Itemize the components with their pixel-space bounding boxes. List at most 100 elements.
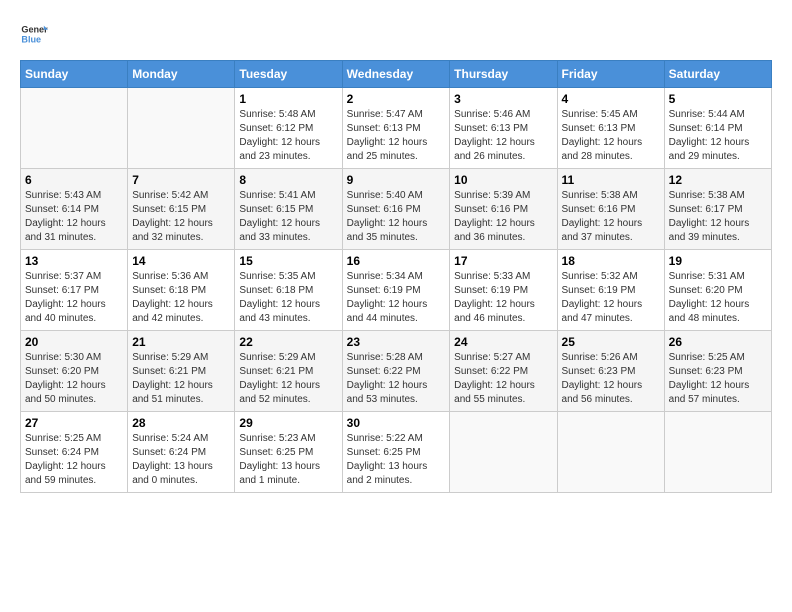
day-number: 2 [347, 92, 446, 106]
calendar-cell: 2 Sunrise: 5:47 AM Sunset: 6:13 PM Daylig… [342, 88, 450, 169]
day-info: Sunrise: 5:44 AM Sunset: 6:14 PM Dayligh… [669, 108, 767, 164]
day-info: Sunrise: 5:24 AM Sunset: 6:24 PM Dayligh… [132, 432, 230, 488]
day-number: 12 [669, 173, 767, 187]
day-number: 27 [25, 416, 123, 430]
calendar-cell [450, 412, 557, 493]
day-number: 3 [454, 92, 552, 106]
day-number: 11 [562, 173, 660, 187]
calendar-cell: 5 Sunrise: 5:44 AM Sunset: 6:14 PM Daylig… [664, 88, 771, 169]
day-number: 15 [239, 254, 337, 268]
calendar-week-4: 20Sunrise: 5:30 AM Sunset: 6:20 PM Dayli… [21, 331, 772, 412]
day-info: Sunrise: 5:38 AM Sunset: 6:16 PM Dayligh… [562, 189, 660, 245]
weekday-header-friday: Friday [557, 61, 664, 88]
calendar-cell: 24 Sunrise: 5:27 AM Sunset: 6:22 PM Dayli… [450, 331, 557, 412]
calendar-cell: 27 Sunrise: 5:25 AM Sunset: 6:24 PM Dayli… [21, 412, 128, 493]
calendar-week-3: 13 Sunrise: 5:37 AM Sunset: 6:17 PM Dayli… [21, 250, 772, 331]
calendar-week-5: 27 Sunrise: 5:25 AM Sunset: 6:24 PM Dayli… [21, 412, 772, 493]
day-number: 25 [562, 335, 660, 349]
day-info: Sunrise: 5:40 AM Sunset: 6:16 PM Dayligh… [347, 189, 446, 245]
calendar-cell: 9 Sunrise: 5:40 AM Sunset: 6:16 PM Daylig… [342, 169, 450, 250]
day-number: 6 [25, 173, 123, 187]
day-number: 9 [347, 173, 446, 187]
calendar-cell: 23 Sunrise: 5:28 AM Sunset: 6:22 PM Dayli… [342, 331, 450, 412]
day-info: Sunrise: 5:28 AM Sunset: 6:22 PM Dayligh… [347, 351, 446, 407]
day-info: Sunrise: 5:29 AM Sunset: 6:21 PM Dayligh… [239, 351, 337, 407]
day-number: 8 [239, 173, 337, 187]
day-number: 29 [239, 416, 337, 430]
day-number: 10 [454, 173, 552, 187]
day-number: 13 [25, 254, 123, 268]
calendar-cell: 7Sunrise: 5:42 AM Sunset: 6:15 PM Daylig… [128, 169, 235, 250]
calendar-cell: 15 Sunrise: 5:35 AM Sunset: 6:18 PM Dayli… [235, 250, 342, 331]
day-number: 18 [562, 254, 660, 268]
day-info: Sunrise: 5:45 AM Sunset: 6:13 PM Dayligh… [562, 108, 660, 164]
day-number: 7 [132, 173, 230, 187]
day-number: 14 [132, 254, 230, 268]
day-info: Sunrise: 5:46 AM Sunset: 6:13 PM Dayligh… [454, 108, 552, 164]
day-info: Sunrise: 5:23 AM Sunset: 6:25 PM Dayligh… [239, 432, 337, 488]
calendar-cell: 4 Sunrise: 5:45 AM Sunset: 6:13 PM Daylig… [557, 88, 664, 169]
day-number: 22 [239, 335, 337, 349]
logo-icon: General Blue [20, 20, 48, 48]
day-info: Sunrise: 5:25 AM Sunset: 6:24 PM Dayligh… [25, 432, 123, 488]
day-number: 20 [25, 335, 123, 349]
calendar-cell: 25 Sunrise: 5:26 AM Sunset: 6:23 PM Dayli… [557, 331, 664, 412]
calendar-cell: 19 Sunrise: 5:31 AM Sunset: 6:20 PM Dayli… [664, 250, 771, 331]
calendar-week-1: 1Sunrise: 5:48 AM Sunset: 6:12 PM Daylig… [21, 88, 772, 169]
weekday-header-tuesday: Tuesday [235, 61, 342, 88]
weekday-header-saturday: Saturday [664, 61, 771, 88]
day-number: 28 [132, 416, 230, 430]
calendar-cell: 14 Sunrise: 5:36 AM Sunset: 6:18 PM Dayli… [128, 250, 235, 331]
calendar-cell: 20Sunrise: 5:30 AM Sunset: 6:20 PM Dayli… [21, 331, 128, 412]
day-info: Sunrise: 5:27 AM Sunset: 6:22 PM Dayligh… [454, 351, 552, 407]
day-number: 16 [347, 254, 446, 268]
calendar-cell: 18 Sunrise: 5:32 AM Sunset: 6:19 PM Dayli… [557, 250, 664, 331]
day-number: 23 [347, 335, 446, 349]
day-info: Sunrise: 5:25 AM Sunset: 6:23 PM Dayligh… [669, 351, 767, 407]
calendar-cell: 26 Sunrise: 5:25 AM Sunset: 6:23 PM Dayli… [664, 331, 771, 412]
calendar-week-2: 6 Sunrise: 5:43 AM Sunset: 6:14 PM Daylig… [21, 169, 772, 250]
calendar-cell: 3 Sunrise: 5:46 AM Sunset: 6:13 PM Daylig… [450, 88, 557, 169]
calendar-cell [128, 88, 235, 169]
calendar-cell: 13 Sunrise: 5:37 AM Sunset: 6:17 PM Dayli… [21, 250, 128, 331]
day-number: 24 [454, 335, 552, 349]
day-number: 5 [669, 92, 767, 106]
weekday-header-thursday: Thursday [450, 61, 557, 88]
calendar-cell: 28 Sunrise: 5:24 AM Sunset: 6:24 PM Dayli… [128, 412, 235, 493]
day-info: Sunrise: 5:41 AM Sunset: 6:15 PM Dayligh… [239, 189, 337, 245]
calendar-cell: 16 Sunrise: 5:34 AM Sunset: 6:19 PM Dayli… [342, 250, 450, 331]
day-info: Sunrise: 5:31 AM Sunset: 6:20 PM Dayligh… [669, 270, 767, 326]
calendar-cell: 10Sunrise: 5:39 AM Sunset: 6:16 PM Dayli… [450, 169, 557, 250]
logo: General Blue [20, 20, 48, 48]
calendar-cell: 17 Sunrise: 5:33 AM Sunset: 6:19 PM Dayli… [450, 250, 557, 331]
weekday-header-sunday: Sunday [21, 61, 128, 88]
calendar-cell: 30 Sunrise: 5:22 AM Sunset: 6:25 PM Dayli… [342, 412, 450, 493]
day-info: Sunrise: 5:43 AM Sunset: 6:14 PM Dayligh… [25, 189, 123, 245]
calendar-cell: 22 Sunrise: 5:29 AM Sunset: 6:21 PM Dayli… [235, 331, 342, 412]
day-info: Sunrise: 5:35 AM Sunset: 6:18 PM Dayligh… [239, 270, 337, 326]
day-number: 21 [132, 335, 230, 349]
day-info: Sunrise: 5:37 AM Sunset: 6:17 PM Dayligh… [25, 270, 123, 326]
svg-text:Blue: Blue [21, 34, 41, 44]
day-info: Sunrise: 5:47 AM Sunset: 6:13 PM Dayligh… [347, 108, 446, 164]
day-number: 30 [347, 416, 446, 430]
calendar-cell: 29 Sunrise: 5:23 AM Sunset: 6:25 PM Dayli… [235, 412, 342, 493]
day-info: Sunrise: 5:22 AM Sunset: 6:25 PM Dayligh… [347, 432, 446, 488]
calendar-cell [21, 88, 128, 169]
day-info: Sunrise: 5:33 AM Sunset: 6:19 PM Dayligh… [454, 270, 552, 326]
day-info: Sunrise: 5:26 AM Sunset: 6:23 PM Dayligh… [562, 351, 660, 407]
calendar-cell: 1Sunrise: 5:48 AM Sunset: 6:12 PM Daylig… [235, 88, 342, 169]
day-info: Sunrise: 5:34 AM Sunset: 6:19 PM Dayligh… [347, 270, 446, 326]
day-number: 17 [454, 254, 552, 268]
day-number: 26 [669, 335, 767, 349]
day-info: Sunrise: 5:36 AM Sunset: 6:18 PM Dayligh… [132, 270, 230, 326]
weekday-header-wednesday: Wednesday [342, 61, 450, 88]
day-info: Sunrise: 5:38 AM Sunset: 6:17 PM Dayligh… [669, 189, 767, 245]
calendar-cell: 12 Sunrise: 5:38 AM Sunset: 6:17 PM Dayli… [664, 169, 771, 250]
calendar-cell [557, 412, 664, 493]
day-info: Sunrise: 5:32 AM Sunset: 6:19 PM Dayligh… [562, 270, 660, 326]
calendar: SundayMondayTuesdayWednesdayThursdayFrid… [20, 60, 772, 493]
day-number: 19 [669, 254, 767, 268]
day-number: 4 [562, 92, 660, 106]
calendar-cell: 6 Sunrise: 5:43 AM Sunset: 6:14 PM Daylig… [21, 169, 128, 250]
